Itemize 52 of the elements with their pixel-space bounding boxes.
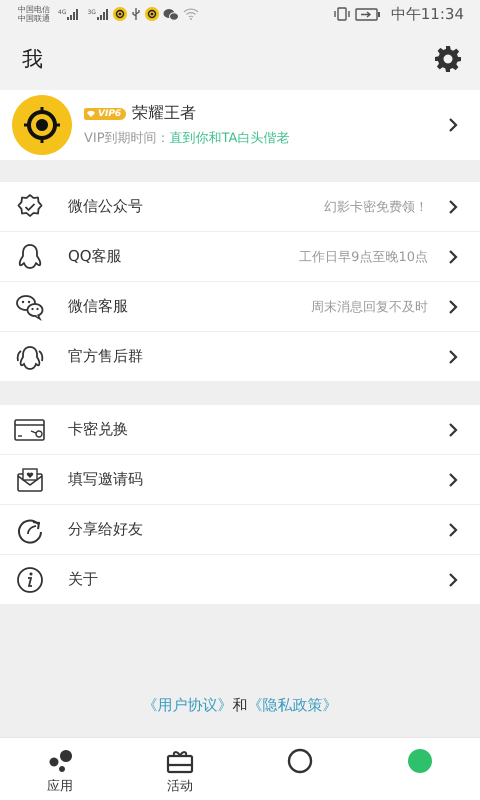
target-icon xyxy=(112,7,127,21)
menu-item[interactable]: QQ客服 工作日早9点至晚10点 xyxy=(0,232,480,281)
target-icon xyxy=(144,7,159,21)
carrier-name: 中国电信 xyxy=(18,5,50,14)
chevron-right-icon xyxy=(448,198,458,214)
menu-item[interactable]: 卡密兑换 xyxy=(0,405,480,454)
nav-tab[interactable]: 活动 xyxy=(120,738,240,800)
chat-bubbles-icon xyxy=(15,292,45,320)
expiry-label: VIP到期时间： xyxy=(84,130,170,147)
info-icon xyxy=(16,566,44,594)
nav-tab[interactable]: 应用 xyxy=(0,738,120,800)
signal-icon xyxy=(96,8,109,20)
chevron-right-icon xyxy=(448,348,458,364)
settings-button[interactable] xyxy=(434,45,462,73)
chevron-right-icon xyxy=(448,117,458,133)
menu-item[interactable]: 微信公众号 幻影卡密免费领！ xyxy=(0,182,480,231)
menu-item[interactable]: 微信客服 周末消息回复不及时 xyxy=(0,282,480,331)
expiry-value: 直到你和TA白头偕老 xyxy=(170,130,290,147)
gift-box-icon xyxy=(166,748,194,774)
menu-hint: 周末消息回复不及时 xyxy=(311,298,428,316)
chevron-right-icon xyxy=(448,522,458,538)
menu-item[interactable]: 分享给好友 xyxy=(0,505,480,554)
circle-icon xyxy=(287,748,313,774)
menu-hint: 工作日早9点至晚10点 xyxy=(299,248,428,266)
envelope-heart-icon xyxy=(16,466,44,492)
penguin-icon xyxy=(17,242,43,270)
carrier-name: 中国联通 xyxy=(18,14,50,23)
menu-hint: 幻影卡密免费领！ xyxy=(324,198,428,216)
usb-icon xyxy=(130,7,141,21)
user-name: 荣耀王者 xyxy=(132,103,196,124)
menu-item[interactable]: 填写邀请码 xyxy=(0,455,480,504)
chevron-right-icon xyxy=(448,422,458,438)
chevron-right-icon xyxy=(448,472,458,488)
wifi-icon xyxy=(182,8,199,20)
page-title: 我 xyxy=(22,46,43,73)
chat-bubbles-icon xyxy=(162,8,179,20)
chevron-right-icon xyxy=(448,248,458,264)
menu-item[interactable]: 关于 xyxy=(0,555,480,604)
chevron-right-icon xyxy=(448,298,458,314)
card-icon xyxy=(14,418,46,442)
vibrate-icon xyxy=(332,7,351,21)
vip-badge: VIP6 xyxy=(84,108,126,120)
battery-icon xyxy=(354,8,381,20)
chevron-right-icon xyxy=(448,572,458,588)
circle-icon xyxy=(407,748,433,774)
avatar-target-icon xyxy=(12,95,72,155)
clock-time: 中午11:34 xyxy=(390,4,464,24)
menu-item[interactable]: 官方售后群 xyxy=(0,332,480,381)
diamond-icon xyxy=(86,110,96,118)
signal-icon xyxy=(67,8,80,20)
joiner-text: 和 xyxy=(232,696,248,715)
settings-icon xyxy=(434,45,462,73)
